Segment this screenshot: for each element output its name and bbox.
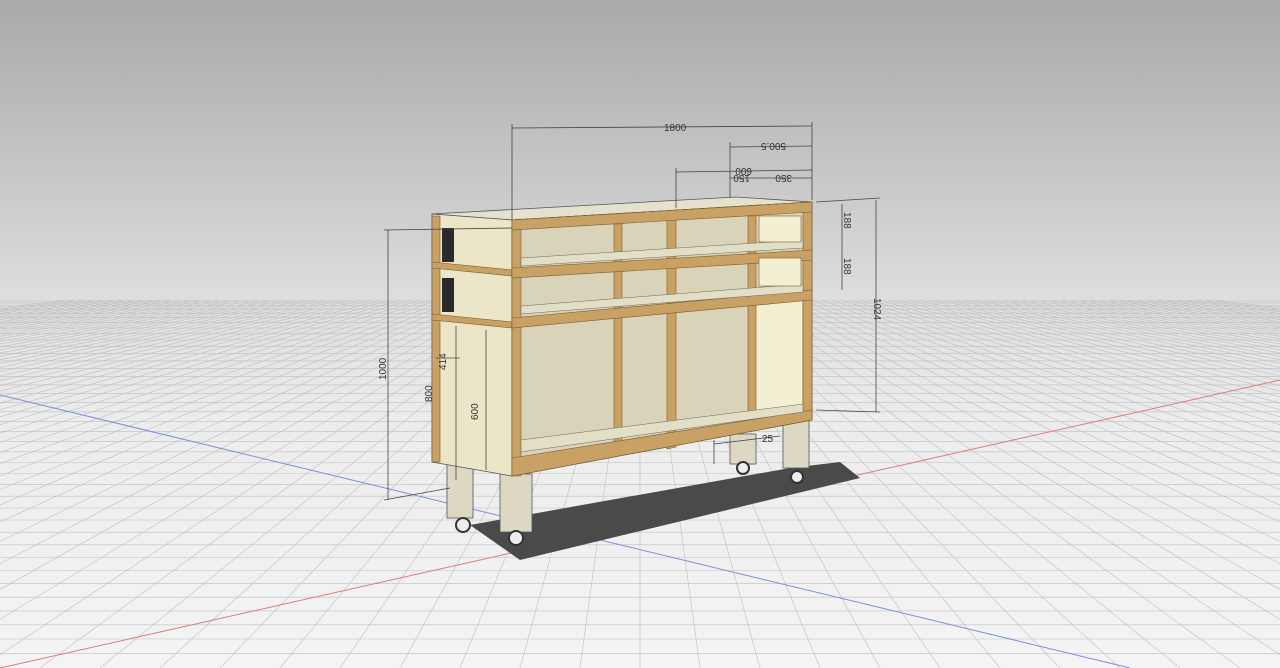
grid-line [0, 299, 171, 326]
caster-icon [790, 470, 804, 484]
grid-line [985, 299, 1280, 361]
grid-line [946, 299, 1280, 377]
upper-opening [758, 257, 802, 287]
grid-line [0, 299, 199, 332]
3d-viewport[interactable]: 1800 500.5 600 150 350 1024 188 188 1000… [0, 0, 1280, 668]
dim-row-upper: 188 [841, 212, 852, 229]
dim-small-offset: 414 [438, 353, 449, 370]
front-post-left [511, 218, 522, 477]
grid-line [1109, 299, 1280, 326]
front-post-right [802, 201, 813, 422]
caster-icon [736, 461, 750, 475]
grid-line [0, 299, 468, 490]
grid-line [0, 299, 123, 317]
grid-line [0, 299, 84, 311]
grid-line [1176, 299, 1280, 314]
grid-line [812, 299, 1280, 490]
grid-line [0, 299, 362, 392]
cabinet-right-opening [756, 294, 802, 414]
grid-line [0, 299, 478, 506]
grid-line [1157, 299, 1280, 317]
dim-leg-label: 25 [762, 434, 774, 445]
dim-opening-height: 600 [470, 403, 481, 420]
grid-line [0, 299, 343, 382]
grid-line [1148, 299, 1280, 319]
dim-row-lower: 188 [841, 258, 852, 275]
grid-line [0, 299, 132, 319]
caster-icon [508, 530, 524, 546]
grid-line [0, 299, 439, 453]
grid-line [937, 299, 1280, 382]
grid-line [802, 299, 1280, 506]
leg-back-right [782, 419, 810, 469]
grid-line [0, 299, 65, 309]
side-frame-strip [431, 215, 441, 463]
grid-line [0, 299, 305, 364]
dim-width-total: 1800 [664, 123, 687, 134]
dim-height-total: 1000 [378, 357, 389, 380]
side-opening [442, 278, 454, 312]
grid-line [918, 299, 1280, 392]
grid-line [831, 299, 1280, 464]
leg-front-left [446, 461, 474, 519]
grid-line [0, 299, 276, 354]
grid-line [0, 299, 430, 443]
grid-line [879, 299, 1280, 418]
grid-line [841, 299, 1280, 453]
grid-line [965, 299, 1280, 368]
leg-front-center [499, 473, 533, 533]
grid-line [0, 299, 334, 377]
leg-back-center [729, 433, 757, 465]
cad-scene[interactable]: 1800 500.5 600 150 350 1024 188 188 1000… [0, 0, 1280, 668]
grid-line [1215, 299, 1280, 309]
dim-depth-b: 350 [775, 172, 792, 183]
grid-line [850, 299, 1280, 443]
grid-line [0, 299, 247, 345]
grid-line [1004, 299, 1280, 354]
grid-line [0, 299, 401, 418]
grid-line [0, 299, 104, 314]
caster-icon [455, 517, 471, 533]
grid-line [1081, 299, 1280, 332]
grid-line [0, 299, 391, 411]
grid-line [0, 299, 449, 464]
grid-line [889, 299, 1280, 411]
dim-width-part: 500.5 [761, 140, 786, 151]
dim-height-side: 1024 [871, 298, 882, 321]
side-opening [442, 228, 454, 262]
dim-side-height: 800 [424, 385, 435, 402]
grid-line [0, 299, 295, 361]
front-post-center [666, 209, 677, 450]
grid-line [975, 299, 1280, 364]
upper-opening [758, 215, 802, 243]
dim-depth-a: 150 [733, 172, 750, 183]
grid-line [1033, 299, 1280, 345]
grid-line [0, 299, 315, 368]
grid-line [1196, 299, 1280, 311]
